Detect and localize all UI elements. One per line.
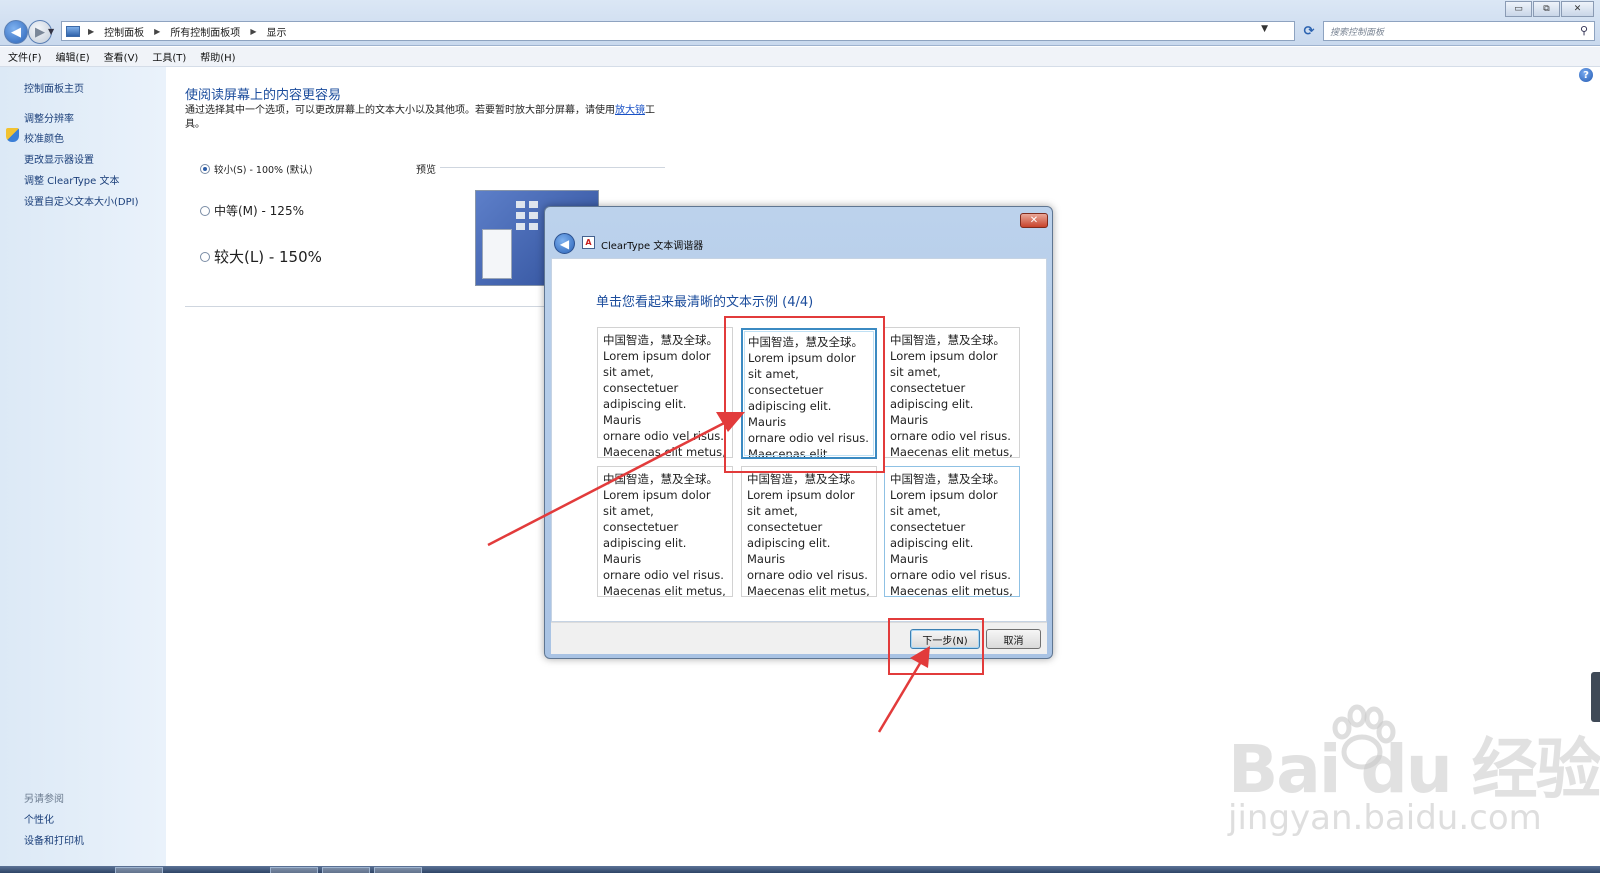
description-text: 通过选择其中一个选项，可以更改屏幕上的文本大小以及其他项。若要暂时放大部分屏幕，…	[185, 105, 615, 116]
back-arrow-icon[interactable]: ◀	[554, 233, 575, 254]
option-smaller-label: 较小(S) - 100% (默认)	[214, 165, 313, 176]
breadcrumb-separator[interactable]: ▶	[88, 27, 94, 36]
menu-edit[interactable]: 编辑(E)	[56, 49, 90, 64]
radio-medium[interactable]	[200, 205, 210, 216]
breadcrumb-display[interactable]: 显示	[266, 24, 286, 39]
breadcrumb-separator[interactable]: ▶	[154, 27, 160, 36]
option-medium[interactable]: 中等(M) - 125%	[200, 202, 304, 219]
search-icon[interactable]: ⚲	[1580, 24, 1588, 37]
annotation-highlight-next	[888, 618, 984, 675]
taskbar	[0, 866, 1600, 873]
cancel-button[interactable]: 取消	[986, 629, 1041, 649]
see-also-heading: 另请参阅	[24, 794, 64, 805]
taskbar-item[interactable]	[374, 867, 422, 873]
sidebar-item-personalize[interactable]: 个性化	[24, 811, 54, 826]
refresh-icon[interactable]: ⟳	[1299, 21, 1319, 41]
text-sample-5[interactable]: 中国智造，慧及全球。 Lorem ipsum dolor sit amet, c…	[741, 466, 877, 597]
help-icon[interactable]: ?	[1579, 68, 1593, 82]
recent-pages-dropdown[interactable]: ▼	[48, 27, 54, 36]
option-larger[interactable]: 较大(L) - 150%	[200, 246, 322, 267]
sidebar	[0, 67, 166, 867]
side-panel-handle[interactable]	[1591, 672, 1600, 722]
option-medium-label: 中等(M) - 125%	[214, 204, 304, 218]
menu-view[interactable]: 查看(V)	[104, 49, 139, 64]
breadcrumb-separator[interactable]: ▶	[250, 27, 256, 36]
sidebar-item-display-settings[interactable]: 更改显示器设置	[24, 151, 94, 166]
sidebar-item-devices-printers[interactable]: 设备和打印机	[24, 832, 84, 847]
preview-divider	[440, 167, 665, 168]
text-sample-3[interactable]: 中国智造，慧及全球。 Lorem ipsum dolor sit amet, c…	[884, 327, 1020, 458]
page-title: 使阅读屏幕上的内容更容易	[185, 88, 342, 103]
minimize-button[interactable]: ▭	[1505, 1, 1532, 17]
breadcrumb-control-panel[interactable]: 控制面板	[104, 24, 144, 39]
annotation-highlight-sample	[724, 316, 885, 473]
computer-icon	[66, 25, 80, 37]
menu-file[interactable]: 文件(F)	[8, 49, 42, 64]
sidebar-item-cleartype[interactable]: 调整 ClearType 文本	[24, 172, 119, 187]
back-arrow-icon[interactable]: ◀	[4, 20, 28, 44]
sidebar-item-calibrate-color[interactable]: 校准颜色	[24, 130, 64, 145]
dialog-title: ClearType 文本调谐器	[601, 241, 704, 252]
shield-icon	[6, 128, 19, 142]
text-sample-1[interactable]: 中国智造，慧及全球。 Lorem ipsum dolor sit amet, c…	[597, 327, 733, 458]
address-dropdown-icon[interactable]: ▼	[1261, 24, 1268, 34]
cleartype-icon: A	[582, 236, 595, 249]
window-close-button[interactable]: ✕	[1561, 1, 1594, 17]
radio-smaller[interactable]	[200, 164, 210, 174]
dialog-heading: 单击您看起来最清晰的文本示例 (4/4)	[596, 295, 814, 310]
option-larger-label: 较大(L) - 150%	[214, 248, 322, 266]
search-input[interactable]: 搜索控制面板 ⚲	[1323, 21, 1595, 41]
sidebar-item-custom-dpi[interactable]: 设置自定义文本大小(DPI)	[24, 193, 138, 208]
sidebar-item-home[interactable]: 控制面板主页	[24, 80, 84, 95]
search-placeholder: 搜索控制面板	[1330, 27, 1385, 38]
radio-larger[interactable]	[200, 251, 210, 262]
text-sample-6[interactable]: 中国智造，慧及全球。 Lorem ipsum dolor sit amet, c…	[884, 466, 1020, 597]
address-bar[interactable]: ▶ 控制面板 ▶ 所有控制面板项 ▶ 显示 ▼	[61, 21, 1295, 41]
sidebar-item-resolution[interactable]: 调整分辨率	[24, 110, 74, 125]
dialog-close-icon[interactable]: ✕	[1020, 213, 1048, 228]
menu-help[interactable]: 帮助(H)	[200, 49, 235, 64]
breadcrumb-all-items[interactable]: 所有控制面板项	[170, 24, 240, 39]
text-sample-4[interactable]: 中国智造，慧及全球。 Lorem ipsum dolor sit amet, c…	[597, 466, 733, 597]
menu-tools[interactable]: 工具(T)	[152, 49, 186, 64]
content-divider	[185, 306, 545, 307]
taskbar-item[interactable]	[115, 867, 163, 873]
watermark-url: jingyan.baidu.com	[1228, 798, 1542, 838]
menu-bar: 文件(F) 编辑(E) 查看(V) 工具(T) 帮助(H)	[0, 47, 1600, 67]
magnifier-link[interactable]: 放大镜	[615, 105, 645, 116]
option-smaller[interactable]: 较小(S) - 100% (默认)	[200, 162, 313, 176]
restore-button[interactable]: ⧉	[1533, 1, 1560, 17]
taskbar-item[interactable]	[270, 867, 318, 873]
taskbar-item[interactable]	[322, 867, 370, 873]
preview-label: 预览	[416, 165, 436, 176]
page-description: 通过选择其中一个选项，可以更改屏幕上的文本大小以及其他项。若要暂时放大部分屏幕，…	[185, 104, 660, 132]
